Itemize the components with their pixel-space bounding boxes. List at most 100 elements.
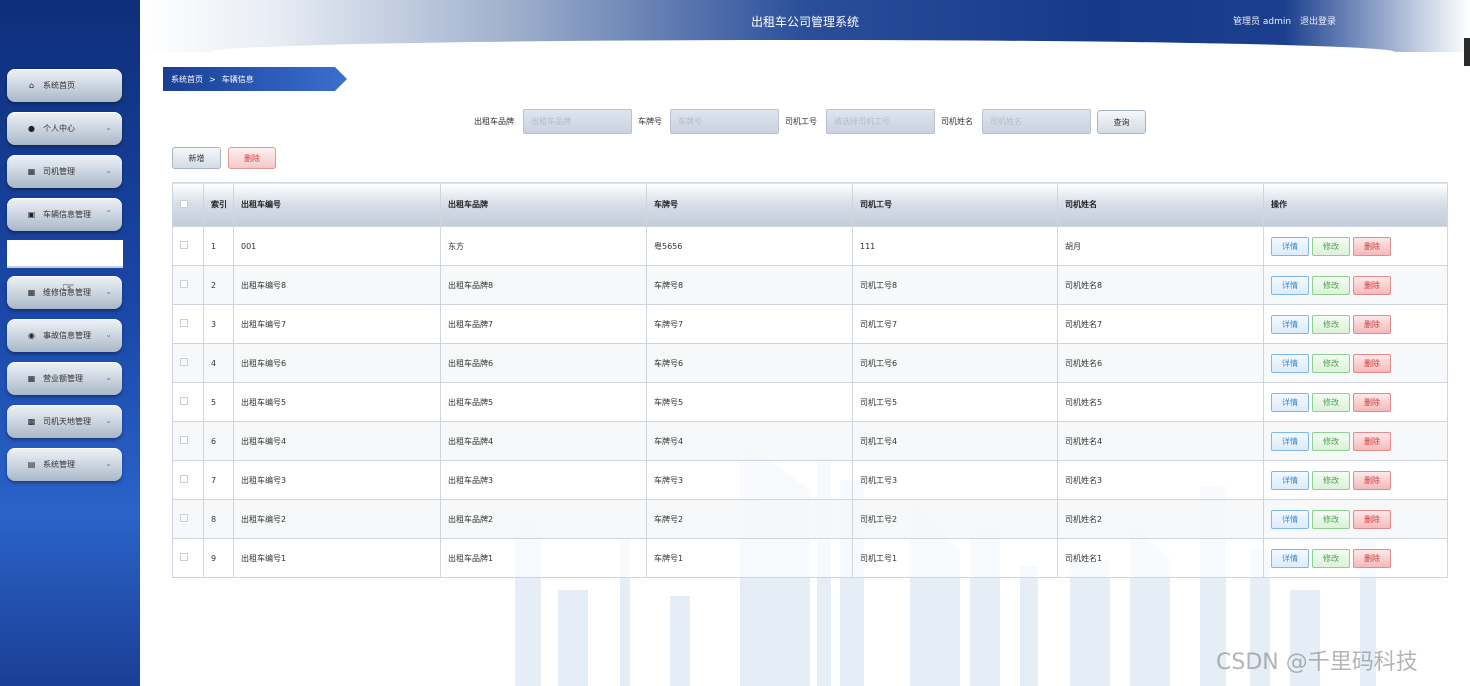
batch-delete-button[interactable]: 删除	[228, 147, 276, 169]
header-driver-id: 司机工号	[852, 182, 1058, 227]
grid-icon: ▦	[27, 167, 36, 176]
header-wave	[210, 40, 1395, 52]
row-checkbox[interactable]	[180, 358, 188, 366]
header-taxi-no: 出租车编号	[233, 182, 441, 227]
driver-name-input[interactable]	[982, 109, 1091, 134]
row-checkbox[interactable]	[180, 514, 188, 522]
select-all-checkbox[interactable]	[180, 199, 188, 208]
cell-driver-name: 司机姓名4	[1057, 421, 1264, 461]
row-checkbox[interactable]	[180, 241, 188, 249]
edit-button[interactable]: 修改	[1312, 236, 1350, 256]
cell-plate: 车牌号8	[646, 265, 853, 305]
detail-button[interactable]: 详情	[1271, 353, 1309, 373]
detail-button[interactable]: 详情	[1271, 392, 1309, 412]
table-row: 2 出租车编号8 出租车品牌8 车牌号8 司机工号8 司机姓名8 详情 修改 删除	[172, 265, 1448, 305]
edit-button[interactable]: 修改	[1312, 353, 1350, 373]
delete-button[interactable]: 删除	[1353, 509, 1391, 529]
header-driver-name: 司机姓名	[1057, 182, 1264, 227]
sidebar-item-system[interactable]: ▤ 系统管理 ⌄	[7, 448, 122, 481]
sidebar-item-vehicles[interactable]: ▣ 车辆信息管理 ⌃	[7, 198, 122, 231]
sidebar-item-home[interactable]: ⌂ 系统首页	[7, 69, 122, 102]
detail-button[interactable]: 详情	[1271, 548, 1309, 568]
cell-brand: 出租车品牌2	[440, 499, 647, 539]
edit-button[interactable]: 修改	[1312, 275, 1350, 295]
detail-button[interactable]: 详情	[1271, 470, 1309, 490]
cell-driver-name: 司机姓名8	[1057, 265, 1264, 305]
row-checkbox-cell[interactable]	[172, 304, 204, 344]
row-checkbox[interactable]	[180, 475, 188, 483]
row-checkbox-cell[interactable]	[172, 499, 204, 539]
logout-link[interactable]: 退出登录	[1300, 17, 1336, 27]
row-checkbox-cell[interactable]	[172, 538, 204, 578]
detail-button[interactable]: 详情	[1271, 314, 1309, 334]
detail-button[interactable]: 详情	[1271, 431, 1309, 451]
cell-plate: 车牌号2	[646, 499, 853, 539]
add-button[interactable]: 新增	[172, 147, 221, 169]
cell-operations: 详情 修改 删除	[1263, 382, 1448, 422]
cell-index: 3	[203, 304, 234, 344]
sidebar-item-driver-world[interactable]: ▩ 司机天地管理 ⌄	[7, 405, 122, 438]
row-checkbox[interactable]	[180, 319, 188, 327]
edit-button[interactable]: 修改	[1312, 548, 1350, 568]
edit-button[interactable]: 修改	[1312, 392, 1350, 412]
sidebar-item-revenue[interactable]: ▦ 营业额管理 ⌄	[7, 362, 122, 395]
sidebar-item-accidents[interactable]: ◉ 事故信息管理 ⌄	[7, 319, 122, 352]
chevron-up-icon: ⌃	[105, 209, 112, 218]
detail-button[interactable]: 详情	[1271, 509, 1309, 529]
breadcrumb-home[interactable]: 系统首页	[171, 74, 203, 85]
chevron-down-icon: ⌄	[105, 416, 112, 425]
cell-index: 4	[203, 343, 234, 383]
cell-driver-id: 司机工号5	[852, 382, 1058, 422]
delete-button[interactable]: 删除	[1353, 431, 1391, 451]
edit-button[interactable]: 修改	[1312, 431, 1350, 451]
cell-driver-name: 司机姓名1	[1057, 538, 1264, 578]
row-checkbox[interactable]	[180, 280, 188, 288]
edit-button[interactable]: 修改	[1312, 314, 1350, 334]
table-body: 1 001 东方 粤5656 111 胡月 详情 修改 删除 2 出租车编号8 出租车品牌8 车牌号8 司…	[172, 226, 1448, 578]
delete-button[interactable]: 删除	[1353, 314, 1391, 334]
brand-label: 出租车品牌	[474, 117, 514, 126]
sidebar-item-profile[interactable]: ● 个人中心 ⌄	[7, 112, 122, 145]
row-checkbox-cell[interactable]	[172, 421, 204, 461]
detail-button[interactable]: 详情	[1271, 236, 1309, 256]
delete-button[interactable]: 删除	[1353, 392, 1391, 412]
plate-input[interactable]	[670, 109, 779, 134]
row-checkbox-cell[interactable]	[172, 226, 204, 266]
delete-button[interactable]: 删除	[1353, 236, 1391, 256]
table-header-row: 索引 出租车编号 出租车品牌 车牌号 司机工号 司机姓名 操作	[172, 182, 1448, 227]
select-all-cell[interactable]	[172, 182, 204, 227]
sidebar-item-drivers[interactable]: ▦ 司机管理 ⌄	[7, 155, 122, 188]
home-icon: ⌂	[28, 81, 35, 90]
chevron-down-icon: ⌄	[105, 459, 112, 468]
query-button[interactable]: 查询	[1097, 110, 1146, 134]
row-checkbox[interactable]	[180, 436, 188, 444]
row-checkbox-cell[interactable]	[172, 460, 204, 500]
cell-taxi-no: 出租车编号1	[233, 538, 441, 578]
delete-button[interactable]: 删除	[1353, 353, 1391, 373]
cell-taxi-no: 出租车编号3	[233, 460, 441, 500]
cell-driver-name: 司机姓名5	[1057, 382, 1264, 422]
header-bar: 出租车公司管理系统 管理员 admin 退出登录	[140, 0, 1470, 52]
edit-button[interactable]: 修改	[1312, 509, 1350, 529]
driver-id-select[interactable]	[826, 109, 935, 134]
cell-index: 1	[203, 226, 234, 266]
cell-plate: 粤5656	[646, 226, 853, 266]
row-checkbox-cell[interactable]	[172, 343, 204, 383]
delete-button[interactable]: 删除	[1353, 548, 1391, 568]
cell-driver-id: 司机工号7	[852, 304, 1058, 344]
sidebar-item-label: 系统管理	[43, 460, 75, 469]
edit-button[interactable]: 修改	[1312, 470, 1350, 490]
cell-taxi-no: 出租车编号4	[233, 421, 441, 461]
user-info: 管理员 admin 退出登录	[1233, 14, 1336, 27]
row-checkbox[interactable]	[180, 553, 188, 561]
brand-input[interactable]	[523, 109, 632, 134]
table-row: 3 出租车编号7 出租车品牌7 车牌号7 司机工号7 司机姓名7 详情 修改 删除	[172, 304, 1448, 344]
row-checkbox-cell[interactable]	[172, 265, 204, 305]
delete-button[interactable]: 删除	[1353, 470, 1391, 490]
header-index: 索引	[203, 182, 234, 227]
delete-button[interactable]: 删除	[1353, 275, 1391, 295]
row-checkbox[interactable]	[180, 397, 188, 405]
row-checkbox-cell[interactable]	[172, 382, 204, 422]
detail-button[interactable]: 详情	[1271, 275, 1309, 295]
cell-driver-name: 胡月	[1057, 226, 1264, 266]
